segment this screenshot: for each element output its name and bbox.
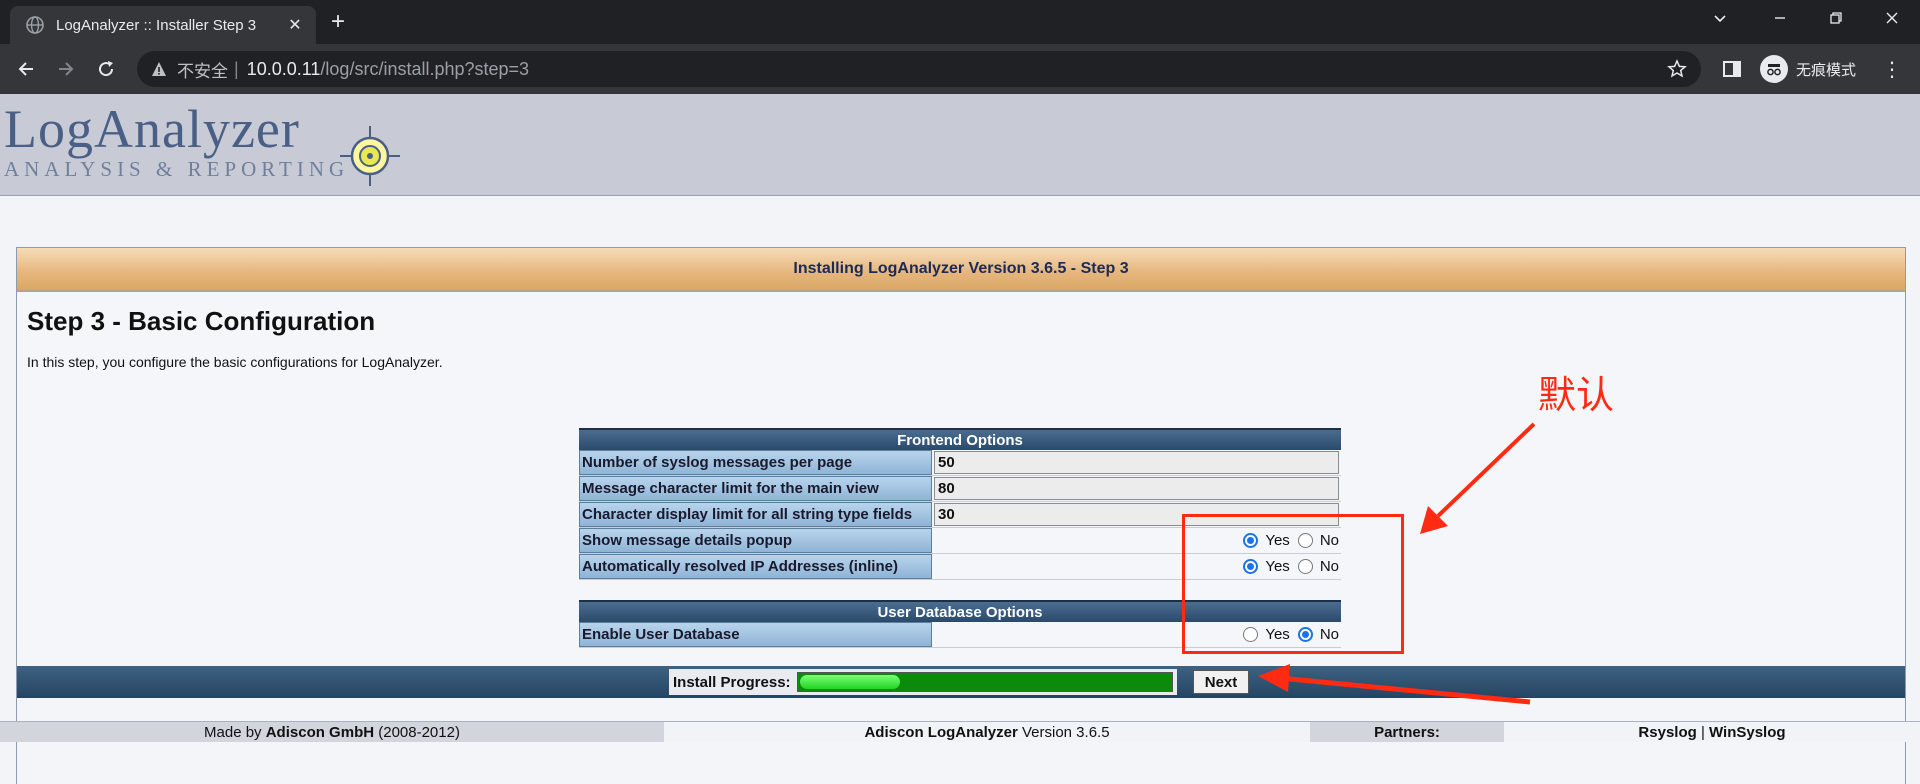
incognito-badge[interactable]: 无痕模式: [1756, 52, 1886, 86]
made-by-company[interactable]: Adiscon GmbH: [266, 724, 374, 741]
frontend-options-header: Frontend Options: [579, 428, 1341, 450]
browser-tab-bar: LogAnalyzer :: Installer Step 3 ✕ +: [0, 0, 1920, 44]
install-content: Step 3 - Basic Configuration In this ste…: [17, 294, 1905, 666]
footer-product: Adiscon LogAnalyzer Version 3.6.5: [664, 722, 1310, 742]
reload-icon[interactable]: [90, 53, 122, 85]
install-progress-label: Install Progress:: [673, 673, 791, 691]
userdb-options-title: User Database Options: [877, 603, 1043, 621]
partner-winsyslog-link[interactable]: WinSyslog: [1709, 724, 1786, 741]
char-limit-row: Message character limit for the main vie…: [579, 476, 1341, 502]
site-header: LogAnalyzer ANALYSIS & REPORTING: [0, 94, 1920, 196]
tab-title: LogAnalyzer :: Installer Step 3: [56, 16, 257, 34]
install-panel: Installing LogAnalyzer Version 3.6.5 - S…: [16, 247, 1906, 784]
install-progress-bar: Install Progress: Next: [17, 666, 1905, 698]
char-limit-label: Message character limit for the main vie…: [579, 476, 932, 501]
next-button[interactable]: Next: [1193, 670, 1249, 694]
progress-track: [796, 672, 1173, 692]
new-tab-icon[interactable]: +: [324, 8, 352, 36]
back-arrow-icon[interactable]: [10, 53, 42, 85]
loganalyzer-logo[interactable]: LogAnalyzer ANALYSIS & REPORTING: [4, 99, 400, 186]
insecure-label[interactable]: 不安全: [177, 57, 228, 82]
logo-main-text: LogAnalyzer: [4, 99, 300, 159]
progress-fill: [799, 675, 900, 689]
bookmark-star-icon[interactable]: [1667, 59, 1687, 79]
globe-icon: [26, 16, 44, 34]
details-popup-label: Show message details popup: [579, 528, 932, 553]
minimize-icon[interactable]: [1752, 0, 1808, 36]
incognito-icon: [1760, 55, 1788, 83]
product-version: Version 3.6.5: [1017, 723, 1110, 741]
install-title-bar: Installing LogAnalyzer Version 3.6.5 - S…: [17, 248, 1905, 292]
partner-separator: |: [1696, 723, 1710, 741]
annotation-highlight-box: [1182, 514, 1404, 654]
browser-tab[interactable]: LogAnalyzer :: Installer Step 3 ✕: [10, 6, 316, 44]
partner-rsyslog-link[interactable]: Rsyslog: [1638, 724, 1696, 741]
address-bar[interactable]: 不安全 | 10.0.0.11 /log/src/install.php?ste…: [137, 51, 1701, 87]
url-separator: |: [234, 58, 239, 79]
url-path: /log/src/install.php?step=3: [320, 58, 530, 79]
logo-sub-text: ANALYSIS & REPORTING: [4, 157, 350, 181]
footer-partners-label: Partners:: [1310, 722, 1504, 742]
made-by-prefix: Made by: [204, 723, 266, 741]
product-name[interactable]: Adiscon LogAnalyzer: [864, 724, 1017, 741]
syslog-per-page-row: Number of syslog messages per page: [579, 450, 1341, 476]
annotation-label: 默认: [1538, 373, 1615, 417]
forward-arrow-icon[interactable]: [50, 53, 82, 85]
url-host: 10.0.0.11: [246, 58, 321, 79]
footer-partners: Rsyslog | WinSyslog: [1504, 722, 1920, 742]
menu-icon[interactable]: ⋮: [1880, 57, 1904, 81]
syslog-per-page-input[interactable]: [934, 451, 1339, 474]
install-title: Installing LogAnalyzer Version 3.6.5 - S…: [793, 260, 1129, 277]
string-limit-label: Character display limit for all string t…: [579, 502, 932, 527]
browser-toolbar: 不安全 | 10.0.0.11 /log/src/install.php?ste…: [0, 44, 1920, 94]
crosshair-logo-icon: [340, 126, 400, 186]
window-close-icon[interactable]: [1864, 0, 1920, 36]
footer-made-by: Made by Adiscon GmbH (2008-2012): [0, 722, 664, 742]
enable-userdb-label: Enable User Database: [579, 622, 932, 647]
close-icon[interactable]: ✕: [284, 14, 306, 36]
char-limit-input[interactable]: [934, 477, 1339, 500]
step-description: In this step, you configure the basic co…: [27, 354, 443, 370]
incognito-label: 无痕模式: [1796, 61, 1857, 79]
restore-icon[interactable]: [1808, 0, 1864, 36]
install-progress: Install Progress:: [669, 669, 1177, 695]
page-title: Step 3 - Basic Configuration: [27, 306, 376, 336]
made-by-years: (2008-2012): [374, 723, 460, 741]
side-panel-icon[interactable]: [1720, 57, 1744, 81]
web-page: LogAnalyzer ANALYSIS & REPORTING Install…: [0, 94, 1920, 784]
site-footer: Made by Adiscon GmbH (2008-2012) Adiscon…: [0, 721, 1920, 742]
frontend-options-title: Frontend Options: [897, 431, 1023, 449]
tab-search-icon[interactable]: [1692, 0, 1748, 36]
warning-icon[interactable]: [151, 61, 167, 77]
resolve-ip-label: Automatically resolved IP Addresses (inl…: [579, 554, 932, 579]
syslog-per-page-label: Number of syslog messages per page: [579, 450, 932, 475]
